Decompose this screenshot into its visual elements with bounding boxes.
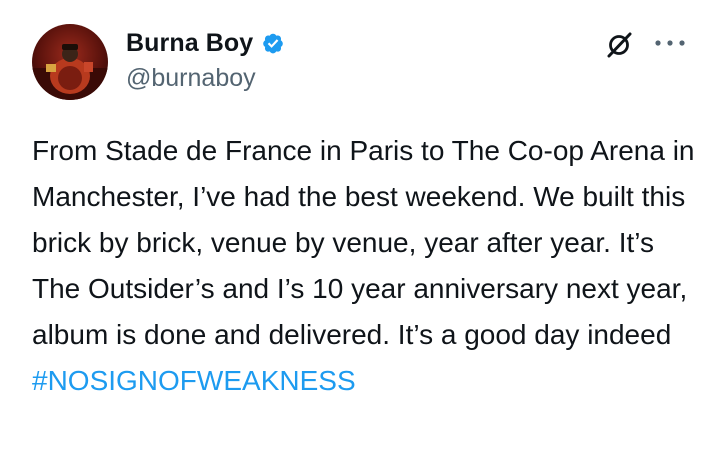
grok-icon — [607, 32, 632, 58]
tweet-body: From Stade de France in Paris to The Co-… — [32, 135, 703, 350]
display-name[interactable]: Burna Boy — [126, 29, 253, 58]
more-dots-icon — [655, 40, 685, 46]
grok-button[interactable] — [602, 28, 636, 62]
more-options-button[interactable] — [648, 28, 692, 58]
user-handle[interactable]: @burnaboy — [126, 64, 256, 93]
hashtag-link[interactable]: #NOSIGNOFWEAKNESS — [32, 365, 356, 396]
avatar[interactable] — [32, 24, 108, 100]
author-name-row[interactable]: Burna Boy — [126, 26, 287, 60]
tweet-text: From Stade de France in Paris to The Co-… — [32, 128, 700, 404]
avatar-image — [32, 24, 108, 100]
verified-badge-icon — [259, 29, 287, 57]
